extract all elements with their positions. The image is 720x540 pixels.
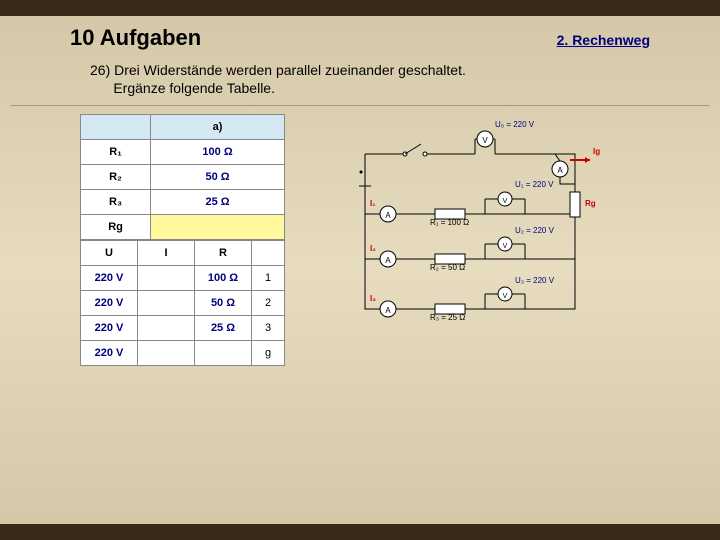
rechenweg-link[interactable]: 2. Rechenweg <box>557 32 650 48</box>
circuit-label-rg: Rg <box>585 199 596 208</box>
problem-text: 26) Drei Widerstände werden parallel zue… <box>0 56 720 97</box>
table-cell <box>138 341 195 366</box>
table-cell <box>151 215 285 240</box>
table-cell: 220 V <box>81 341 138 366</box>
circuit-label-r3: R₃ = 25 Ω <box>430 313 465 322</box>
table-cell: 220 V <box>81 316 138 341</box>
uir-table: U I R 220 V100 Ω1 220 V50 Ω2 220 V25 Ω3 … <box>80 240 285 366</box>
circuit-label-i2: I₂ <box>370 244 376 253</box>
circuit-label-u2: U₂ = 220 V <box>515 226 554 235</box>
table-cell <box>138 291 195 316</box>
circuit-svg: V A A V <box>345 114 605 324</box>
table-cell: 100 Ω <box>195 266 252 291</box>
table-cell: g <box>252 341 285 366</box>
svg-text:A: A <box>557 166 563 175</box>
circuit-label-r2: R₂ = 50 Ω <box>430 263 465 272</box>
svg-text:V: V <box>503 293 508 300</box>
problem-number: 26) <box>90 62 110 78</box>
table-cell: 50 Ω <box>151 165 285 190</box>
circuit-label-r1: R₁ = 100 Ω <box>430 218 469 227</box>
page-title: 10 Aufgaben <box>70 25 201 51</box>
problem-line1: Drei Widerstände werden parallel zueinan… <box>114 62 466 78</box>
problem-line2: Ergänze folgende Tabelle. <box>113 80 275 96</box>
table-cell <box>81 115 151 140</box>
table-cell: I <box>138 241 195 266</box>
table-cell: R₃ <box>81 190 151 215</box>
table-cell <box>138 266 195 291</box>
circuit-label-ig: Ig <box>593 147 600 156</box>
circuit-label-i3: I₃ <box>370 294 376 303</box>
table-cell <box>195 341 252 366</box>
table-cell: 3 <box>252 316 285 341</box>
circuit-label-i1: I₁ <box>370 199 376 208</box>
svg-text:A: A <box>385 256 391 265</box>
table-cell: R <box>195 241 252 266</box>
circuit-label-u3: U₃ = 220 V <box>515 276 554 285</box>
table-cell: 25 Ω <box>195 316 252 341</box>
svg-text:A: A <box>385 211 391 220</box>
table-cell: R₂ <box>81 165 151 190</box>
svg-text:V: V <box>503 243 508 250</box>
table-cell: 50 Ω <box>195 291 252 316</box>
table-cell: 220 V <box>81 266 138 291</box>
table-cell <box>138 316 195 341</box>
svg-text:V: V <box>503 198 508 205</box>
table-cell: 25 Ω <box>151 190 285 215</box>
table-cell: 220 V <box>81 291 138 316</box>
table-cell <box>252 241 285 266</box>
table-cell: 2 <box>252 291 285 316</box>
table-cell: R₁ <box>81 140 151 165</box>
circuit-label-u0: U₀ = 220 V <box>495 120 534 129</box>
table-cell: a) <box>151 115 285 140</box>
svg-text:V: V <box>482 136 488 145</box>
table-cell: U <box>81 241 138 266</box>
circuit-diagram: V A A V <box>345 114 605 324</box>
table-cell: 100 Ω <box>151 140 285 165</box>
table-cell: 1 <box>252 266 285 291</box>
table-cell: Rg <box>81 215 151 240</box>
circuit-label-u1: U₁ = 220 V <box>515 180 554 189</box>
svg-text:A: A <box>385 306 391 315</box>
resistance-table: a) R₁100 Ω R₂50 Ω R₃25 Ω Rg <box>80 114 285 240</box>
tables-container: a) R₁100 Ω R₂50 Ω R₃25 Ω Rg U I R 220 V1… <box>80 114 285 366</box>
